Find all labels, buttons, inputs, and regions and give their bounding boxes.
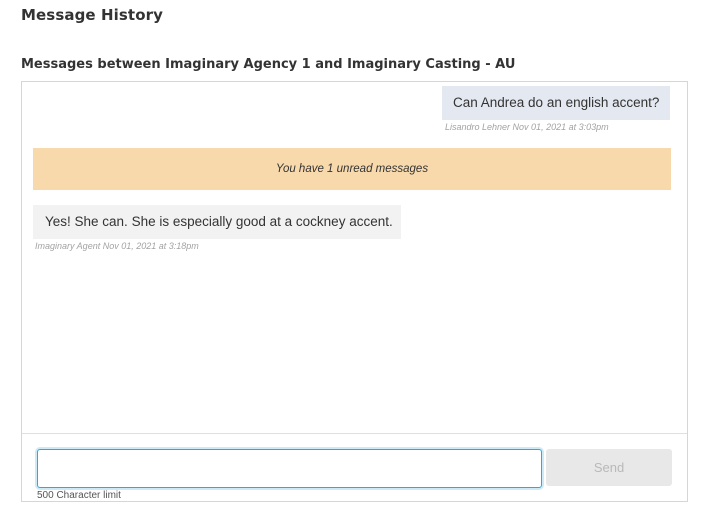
unread-messages-banner: You have 1 unread messages [33,148,671,190]
received-message-meta: Imaginary Agent Nov 01, 2021 at 3:18pm [35,241,199,251]
received-message-bubble: Yes! She can. She is especially good at … [33,205,401,239]
sent-message-bubble: Can Andrea do an english accent? [442,86,670,120]
page-title: Message History [21,6,163,24]
thread-title: Messages between Imaginary Agency 1 and … [21,57,516,72]
character-limit-label: 500 Character limit [37,490,121,501]
compose-area: Send 500 Character limit [22,433,687,501]
sent-message-meta: Lisandro Lehner Nov 01, 2021 at 3:03pm [445,122,609,132]
message-input[interactable] [37,449,542,488]
send-button[interactable]: Send [546,449,672,486]
message-list[interactable]: Can Andrea do an english accent? Lisandr… [22,82,687,433]
message-panel: Can Andrea do an english accent? Lisandr… [21,81,688,502]
